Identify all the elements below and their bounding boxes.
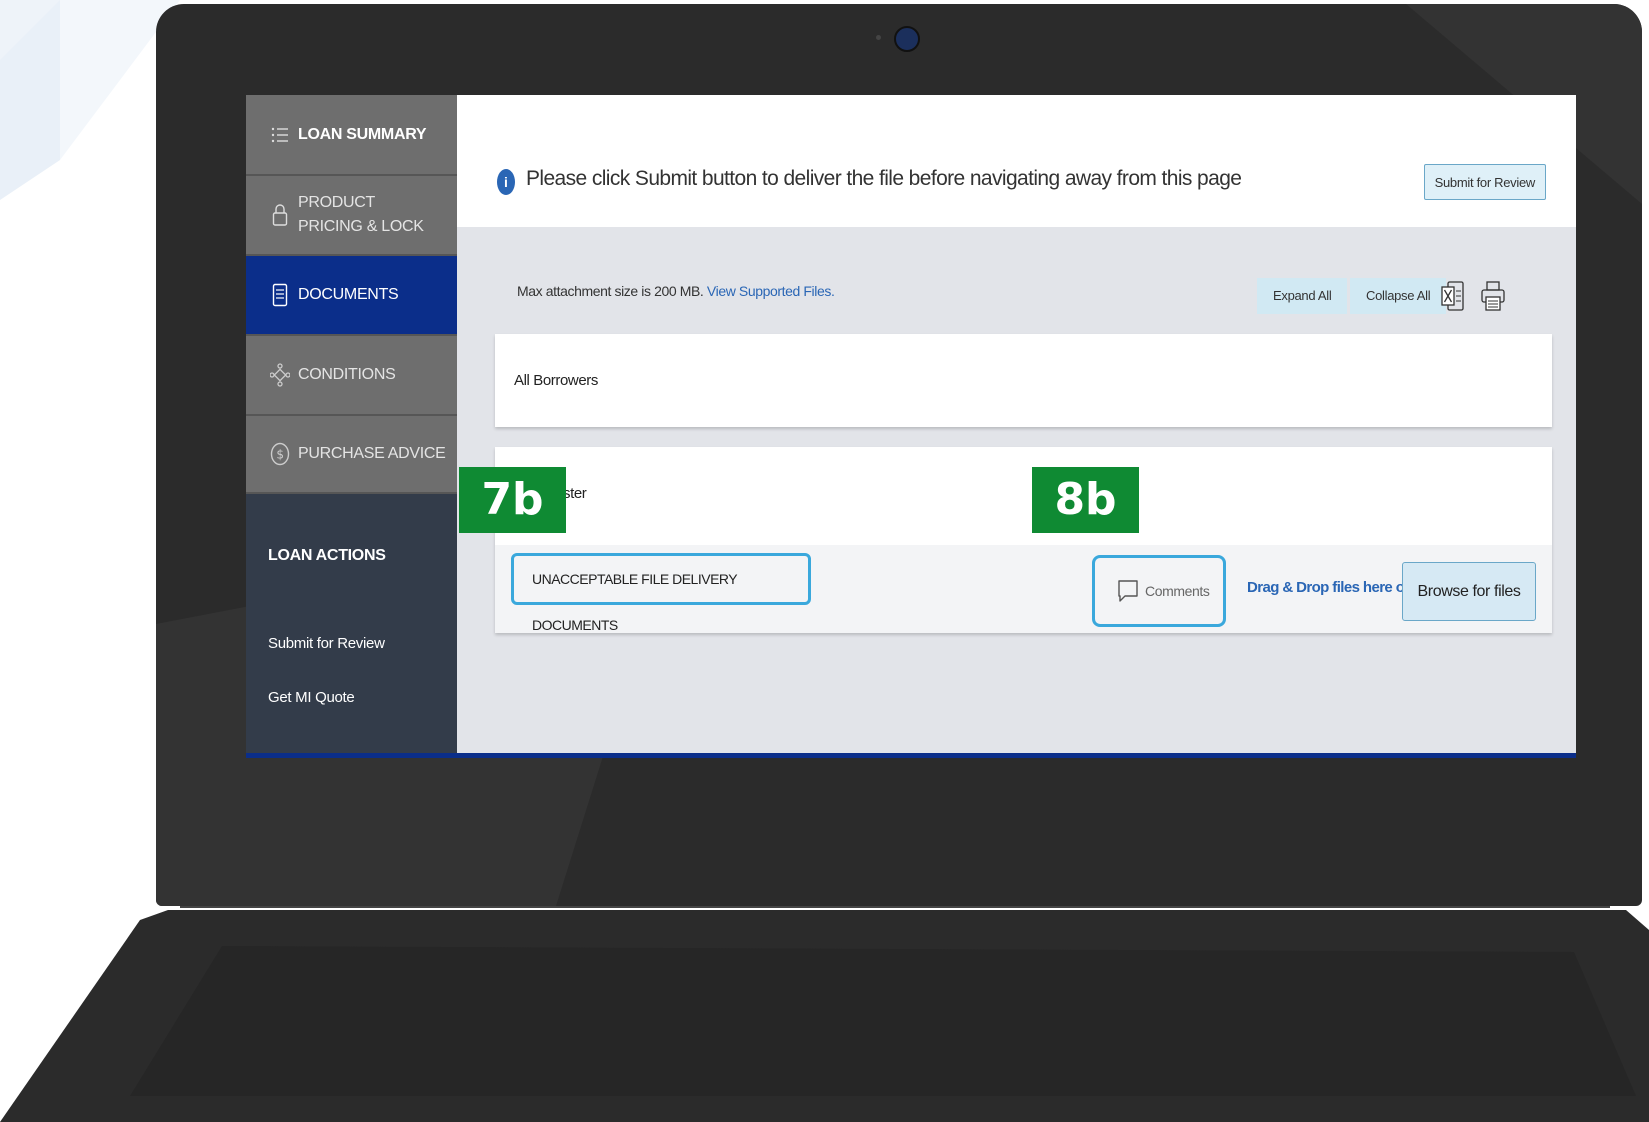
all-borrowers-label: All Borrowers	[514, 372, 598, 389]
view-supported-files-link[interactable]: View Supported Files.	[707, 283, 835, 299]
sidebar-item-label: LOAN SUMMARY	[298, 125, 427, 143]
sidebar-item-label: CONDITIONS	[298, 366, 396, 383]
app-screen: LOAN SUMMARY PRODUCT PRICING & LOCK DOCU…	[246, 95, 1576, 758]
expand-all-button[interactable]: Expand All	[1257, 278, 1348, 314]
main-content: i Please click Submit button to deliver …	[457, 95, 1576, 758]
loan-actions-heading: LOAN ACTIONS	[268, 547, 386, 564]
comments-label: Comments	[1145, 583, 1210, 599]
sidebar-item-label: DOCUMENTS	[298, 286, 399, 303]
borrower-name-label: ster	[563, 485, 587, 502]
conditions-icon	[270, 363, 290, 387]
callout-7b: 7b	[459, 467, 566, 533]
borrower-card: ster UNACCEPTABLE FILE DELIVERY DOCUMENT…	[495, 447, 1552, 633]
drag-drop-zone[interactable]: Drag & Drop files here or	[1247, 579, 1410, 596]
sidebar-item-conditions[interactable]: CONDITIONS	[246, 336, 457, 416]
sidebar-item-purchase-advice[interactable]: $ PURCHASE ADVICE	[246, 416, 457, 494]
document-row: UNACCEPTABLE FILE DELIVERY DOCUMENTS Com…	[495, 545, 1552, 633]
excel-export-icon[interactable]	[1440, 279, 1466, 313]
sidebar-item-product-pricing[interactable]: PRODUCT PRICING & LOCK	[246, 176, 457, 256]
comment-icon	[1118, 580, 1138, 602]
webcam	[894, 26, 920, 52]
submit-for-review-button[interactable]: Submit for Review	[1423, 164, 1546, 200]
collapse-all-button[interactable]: Collapse All	[1350, 278, 1447, 314]
print-icon[interactable]	[1480, 279, 1506, 313]
banner-message: Please click Submit button to deliver th…	[526, 167, 1242, 190]
sidebar-item-loan-summary[interactable]: LOAN SUMMARY	[246, 95, 457, 176]
callout-8b: 8b	[1032, 467, 1139, 533]
lock-icon	[270, 203, 290, 227]
max-attachment-text: Max attachment size is 200 MB.	[517, 283, 704, 299]
list-icon	[270, 123, 290, 147]
sidebar-item-label: PURCHASE ADVICE	[298, 445, 446, 462]
laptop-base	[0, 906, 1649, 1122]
svg-text:$: $	[276, 448, 283, 462]
info-icon: i	[497, 169, 515, 195]
document-icon	[270, 283, 290, 307]
sidebar-item-label: PRODUCT PRICING & LOCK	[298, 194, 424, 235]
dollar-circle-icon: $	[270, 442, 290, 466]
sidebar-item-documents[interactable]: DOCUMENTS	[246, 256, 457, 336]
get-mi-quote-link[interactable]: Get MI Quote	[268, 689, 355, 706]
browse-for-files-button[interactable]: Browse for files	[1402, 562, 1536, 621]
notice-banner: i Please click Submit button to deliver …	[457, 95, 1576, 227]
submit-for-review-link[interactable]: Submit for Review	[268, 635, 385, 652]
screen-bottom-strip	[246, 753, 1576, 758]
document-type-name[interactable]: UNACCEPTABLE FILE DELIVERY DOCUMENTS	[511, 553, 811, 633]
all-borrowers-card[interactable]: All Borrowers	[495, 334, 1552, 427]
camera-sensor	[876, 35, 881, 40]
attachment-info: Max attachment size is 200 MB. View Supp…	[517, 283, 835, 299]
comments-button[interactable]: Comments	[1092, 555, 1226, 627]
sidebar: LOAN SUMMARY PRODUCT PRICING & LOCK DOCU…	[246, 95, 457, 758]
